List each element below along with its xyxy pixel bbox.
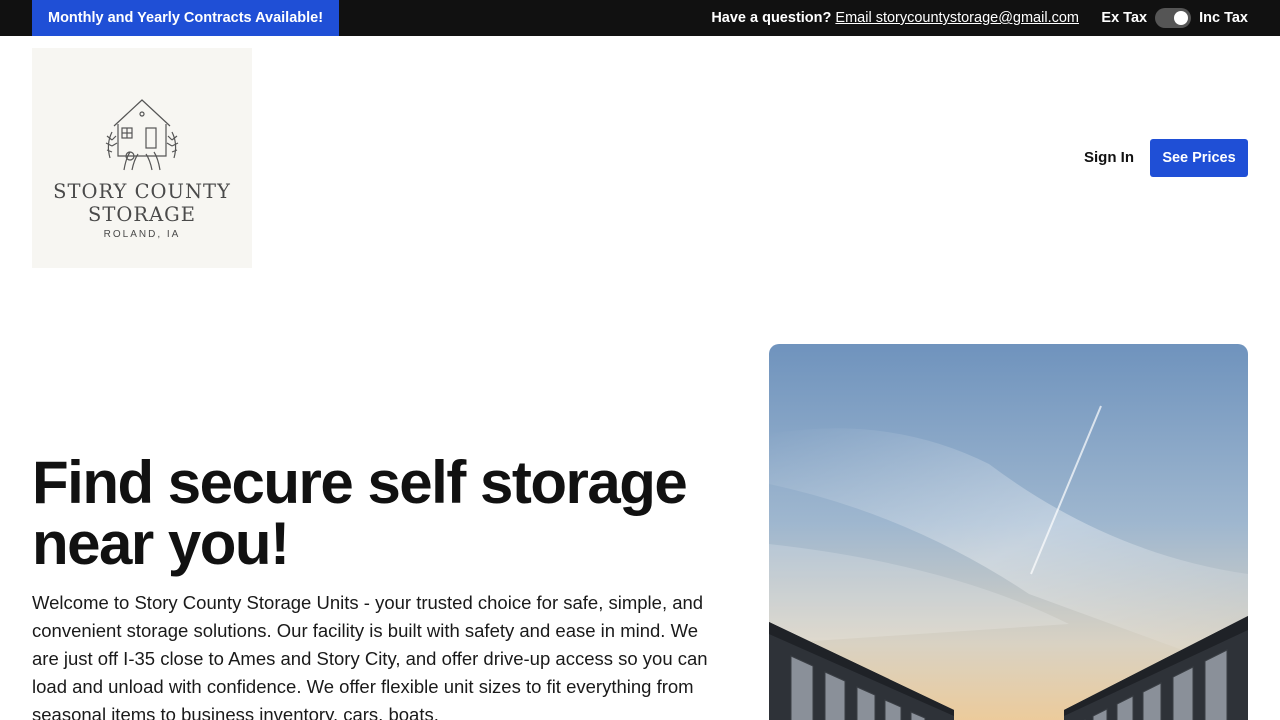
logo-name-line1: STORY COUNTY <box>53 180 231 203</box>
house-logo-icon <box>105 99 179 171</box>
contracts-promo-banner[interactable]: Monthly and Yearly Contracts Available! <box>32 0 340 36</box>
logo-location: ROLAND, IA <box>103 229 181 240</box>
question-label: Have a question? <box>711 10 832 26</box>
storage-facility-photo <box>769 344 1248 720</box>
tax-toggle-group: Ex Tax Inc Tax <box>1101 0 1248 36</box>
logo-name-line2: STORAGE <box>88 203 196 226</box>
sign-in-link[interactable]: Sign In <box>1084 139 1134 177</box>
ex-tax-label: Ex Tax <box>1101 10 1148 26</box>
hero-description: Welcome to Story County Storage Units - … <box>32 592 708 720</box>
contact-info: Have a question? Email storycountystorag… <box>711 0 1079 36</box>
see-prices-button[interactable]: See Prices <box>1150 139 1248 177</box>
toggle-knob <box>1174 11 1189 25</box>
top-bar: Monthly and Yearly Contracts Available! … <box>0 0 1280 36</box>
tax-toggle[interactable] <box>1155 8 1192 28</box>
hero-title: Find secure self storage near you! <box>32 449 688 577</box>
inc-tax-label: Inc Tax <box>1199 10 1248 26</box>
site-logo[interactable]: STORY COUNTY STORAGE ROLAND, IA <box>32 48 252 268</box>
logo-brand-name: STORY COUNTY STORAGE <box>32 180 252 226</box>
email-link[interactable]: Email storycountystorage@gmail.com <box>835 10 1079 26</box>
